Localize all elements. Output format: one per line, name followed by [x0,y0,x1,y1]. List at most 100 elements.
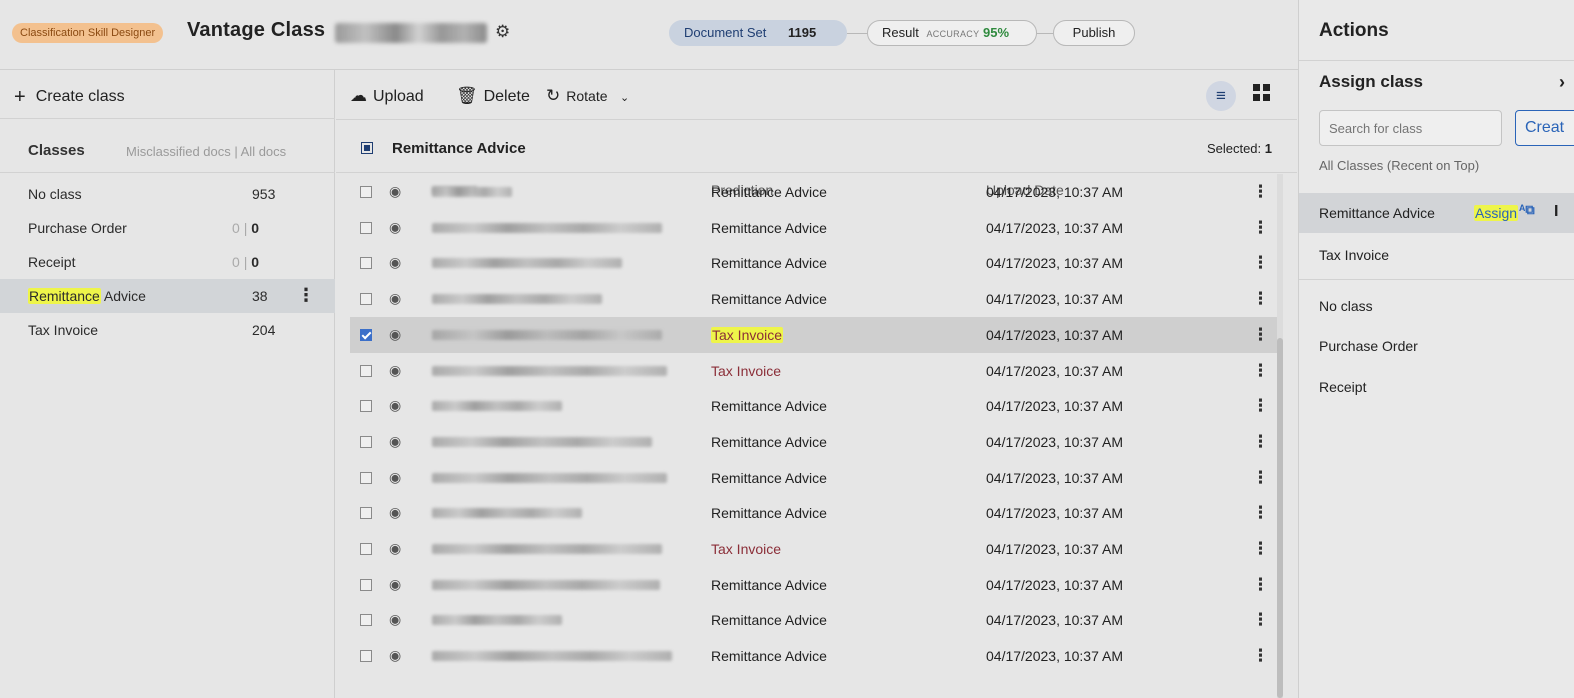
eye-icon[interactable]: ◉ [389,219,401,236]
table-row[interactable]: ◉ Remittance Advice 04/17/2023, 10:37 AM ⋮ [350,245,1280,281]
row-menu-icon[interactable]: ⋮ [1252,646,1269,666]
list-view-icon[interactable]: ≡ [1206,81,1236,111]
row-menu-icon[interactable]: ⋮ [1252,468,1269,488]
delete-button[interactable]: 🗑 Delete [456,86,530,106]
row-checkbox[interactable] [360,543,372,555]
assign-link[interactable]: Assign [1474,205,1519,221]
publish-button[interactable]: Publish [1053,20,1135,46]
redacted-file-name[interactable] [432,472,667,483]
class-item-tax-invoice[interactable]: Tax Invoice 204 [0,313,335,347]
assign-item-receipt[interactable]: Receipt [1299,367,1574,407]
eye-icon[interactable]: ◉ [389,469,401,486]
assign-item-no-class[interactable]: No class [1299,286,1574,326]
assign-item-remittance-advice[interactable]: Remittance Advice Assign ᴬ⧉ I [1299,193,1574,233]
table-row[interactable]: ◉ Remittance Advice 04/17/2023, 10:37 AM ⋮ [350,210,1280,246]
eye-icon[interactable]: ◉ [389,183,401,200]
redacted-file-name[interactable] [432,508,582,519]
eye-icon[interactable]: ◉ [389,504,401,521]
row-menu-icon[interactable]: ⋮ [1252,253,1269,273]
table-row[interactable]: ◉ Tax Invoice 04/17/2023, 10:37 AM ⋮ [350,316,1280,353]
row-menu-icon[interactable]: ⋮ [1252,289,1269,309]
eye-icon[interactable]: ◉ [389,540,401,557]
row-checkbox[interactable] [360,186,372,198]
redacted-file-name[interactable] [432,651,672,662]
redacted-file-name[interactable] [432,365,667,376]
row-checkbox[interactable] [360,650,372,663]
result-pill[interactable]: Result ACCURACY 95% [867,20,1037,46]
create-class-button[interactable]: Creat [1515,110,1574,146]
row-checkbox[interactable] [360,400,372,413]
eye-icon[interactable]: ◉ [389,433,401,450]
assign-item-purchase-order[interactable]: Purchase Order [1299,326,1574,366]
table-row[interactable]: ◉ Tax Invoice 04/17/2023, 10:37 AM ⋮ [350,531,1280,567]
row-checkbox[interactable] [360,328,372,341]
rotate-button[interactable]: ↻ Rotate ⌄ [546,86,629,106]
prediction-cell: Remittance Advice [711,291,827,308]
redacted-file-name[interactable] [432,615,562,626]
row-menu-icon[interactable]: ⋮ [1252,539,1269,559]
redacted-file-name[interactable] [432,294,602,305]
table-row[interactable]: ◉ Remittance Advice 04/17/2023, 10:37 AM ⋮ [350,602,1280,638]
row-menu-icon[interactable]: ⋮ [1252,182,1269,202]
redacted-file-name[interactable] [432,329,662,340]
table-row[interactable]: ◉ Tax Invoice 04/17/2023, 10:37 AM ⋮ [350,353,1280,389]
grid-view-icon[interactable] [1253,84,1275,106]
row-menu-icon[interactable]: ⋮ [1252,432,1269,452]
eye-icon[interactable]: ◉ [389,611,401,628]
close-icon[interactable]: › [1559,72,1565,93]
row-checkbox[interactable] [360,614,372,627]
table-row[interactable]: ◉ Remittance Advice 04/17/2023, 10:37 AM ⋮ [350,638,1280,674]
redacted-file-name[interactable] [432,258,622,269]
scrollbar-thumb[interactable] [1277,338,1283,698]
row-menu-icon[interactable]: ⋮ [1252,503,1269,523]
class-item-purchase-order[interactable]: Purchase Order 0 | 0 [0,211,335,245]
redacted-file-name[interactable] [432,401,562,412]
table-row[interactable]: ◉ Remittance Advice 04/17/2023, 10:37 AM ⋮ [350,424,1280,460]
eye-icon[interactable]: ◉ [389,576,401,593]
eye-icon[interactable]: ◉ [389,290,401,307]
table-row[interactable]: ◉ Remittance Advice 04/17/2023, 10:37 AM ⋮ [350,281,1280,317]
search-class-input[interactable] [1319,110,1502,146]
eye-icon[interactable]: ◉ [389,647,401,664]
row-checkbox[interactable] [360,257,372,270]
row-checkbox[interactable] [360,293,372,306]
redacted-file-name[interactable] [432,544,662,554]
table-row[interactable]: ◉ Remittance Advice 04/17/2023, 10:37 AM ⋮ [350,567,1280,603]
row-checkbox[interactable] [360,364,372,377]
class-item-remittance-advice[interactable]: Remittance Advice 38 ⋮ [0,279,335,313]
table-row[interactable]: ◉ Remittance Advice 04/17/2023, 10:37 AM ⋮ [350,460,1280,496]
row-menu-icon[interactable]: ⋮ [1252,325,1269,345]
row-checkbox[interactable] [360,507,372,520]
row-menu-icon[interactable]: ⋮ [1252,610,1269,630]
table-row[interactable]: ◉ Remittance Advice 04/17/2023, 10:37 AM ⋮ [350,388,1280,424]
row-menu-icon[interactable]: ⋮ [1252,396,1269,416]
upload-button[interactable]: ☁ Upload [350,86,424,106]
class-item-receipt[interactable]: Receipt 0 | 0 [0,245,335,279]
select-all-checkbox[interactable] [361,142,373,154]
kebab-menu-icon[interactable]: ⋮ [297,285,315,306]
eye-icon[interactable]: ◉ [389,254,401,271]
redacted-file-name[interactable] [432,579,660,590]
settings-gear-icon[interactable]: ⚙ [495,22,510,42]
row-menu-icon[interactable]: ⋮ [1252,218,1269,238]
assign-item-tax-invoice[interactable]: Tax Invoice [1299,235,1574,275]
document-set-pill[interactable]: Document Set 1195 [669,20,847,46]
table-row[interactable]: ◉ Remittance Advice 04/17/2023, 10:37 AM ⋮ [350,174,1280,210]
eye-icon[interactable]: ◉ [389,362,401,379]
row-checkbox[interactable] [360,578,372,591]
row-menu-icon[interactable]: ⋮ [1252,361,1269,381]
row-checkbox[interactable] [360,435,372,448]
create-class-button[interactable]: + Create class [14,86,125,109]
row-menu-icon[interactable]: ⋮ [1252,575,1269,595]
redacted-file-name[interactable] [432,187,512,197]
eye-icon[interactable]: ◉ [389,326,401,343]
more-icon[interactable]: I [1554,203,1558,221]
table-row[interactable]: ◉ Remittance Advice 04/17/2023, 10:37 AM ⋮ [350,495,1280,531]
redacted-file-name[interactable] [432,436,652,447]
assign-class-icon[interactable]: ᴬ⧉ [1519,202,1535,218]
eye-icon[interactable]: ◉ [389,397,401,414]
redacted-file-name[interactable] [432,222,662,233]
row-checkbox[interactable] [360,221,372,234]
row-checkbox[interactable] [360,471,372,484]
class-item-no-class[interactable]: No class 953 [0,177,335,211]
